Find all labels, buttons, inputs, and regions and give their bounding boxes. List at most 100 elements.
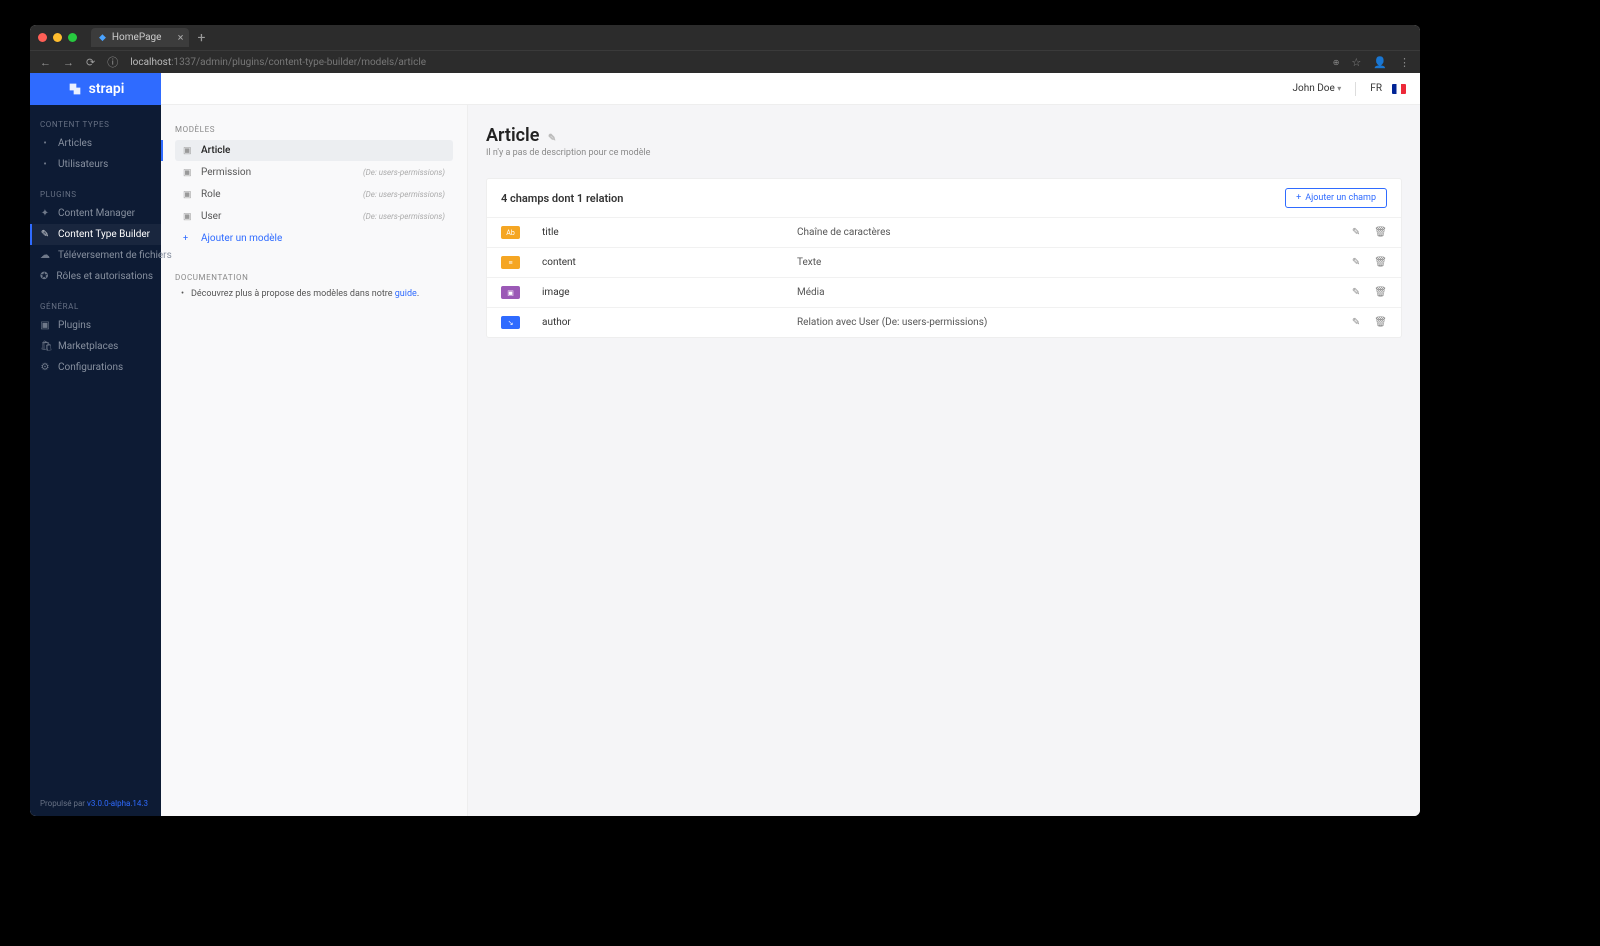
maximize-icon[interactable] <box>68 33 77 42</box>
profile-icon[interactable]: 👤 <box>1373 56 1387 69</box>
brand-logo[interactable]: strapi <box>30 73 161 105</box>
model-name: Role <box>201 189 221 200</box>
field-type: Relation avec User (De: users-permission… <box>797 317 1338 328</box>
sidebar-footer: Propulsé par v3.0.0-alpha.14.3 <box>30 791 161 816</box>
chevron-down-icon: ▾ <box>1337 84 1341 93</box>
url-path: :1337/admin/plugins/content-type-builder… <box>171 57 426 68</box>
sidebar: strapi CONTENT TYPES•Articles•Utilisateu… <box>30 73 161 816</box>
model-item[interactable]: ▣Permission(De: users-permissions) <box>175 162 453 183</box>
app-frame: strapi CONTENT TYPES•Articles•Utilisateu… <box>30 73 1420 816</box>
sidebar-item-label: Articles <box>58 138 92 149</box>
field-row[interactable]: ↘ authorRelation avec User (De: users-per… <box>487 307 1401 337</box>
forward-icon[interactable]: → <box>63 56 74 69</box>
menu-icon[interactable]: ⋮ <box>1399 56 1410 69</box>
sidebar-item-label: Plugins <box>58 320 91 331</box>
sidebar-item-icon: 🛍 <box>40 341 50 352</box>
sidebar-item-icon: ▣ <box>40 320 50 331</box>
sidebar-item[interactable]: ✎ Content Type Builder <box>30 224 161 245</box>
browser-chrome: ◆ HomePage × + ← → ⟳ ⓘ localhost:1337/ad… <box>30 25 1420 73</box>
cube-icon: ▣ <box>183 190 193 200</box>
sidebar-item-icon: ✎ <box>40 229 50 240</box>
documentation-text: Découvrez plus à propose des modèles dan… <box>191 288 449 301</box>
field-name: content <box>542 257 797 268</box>
sidebar-item[interactable]: ⚙ Configurations <box>30 357 161 378</box>
field-type: Média <box>797 287 1338 298</box>
tab-title: HomePage <box>112 32 162 43</box>
window-controls[interactable] <box>38 33 77 42</box>
guide-link[interactable]: guide <box>395 289 417 299</box>
edit-title-icon[interactable]: ✎ <box>548 133 556 144</box>
back-icon[interactable]: ← <box>40 56 51 69</box>
model-item[interactable]: ▣ Article <box>175 140 453 161</box>
fields-count: 4 champs dont 1 relation <box>501 192 623 205</box>
edit-icon[interactable]: ✎ <box>1352 317 1360 328</box>
field-type-badge: ≡ <box>501 256 520 269</box>
edit-icon[interactable]: ✎ <box>1352 227 1360 238</box>
sidebar-item-icon: ⚙ <box>40 362 50 373</box>
plus-icon: + <box>1296 193 1301 203</box>
field-name: title <box>542 227 797 238</box>
field-type-badge: ▣ <box>501 286 520 299</box>
model-name: Article <box>201 145 230 156</box>
sidebar-item-icon: ✪ <box>40 271 48 282</box>
sidebar-item[interactable]: 🛍 Marketplaces <box>30 336 161 357</box>
field-type: Chaîne de caractères <box>797 227 1338 238</box>
reload-icon[interactable]: ⟳ <box>86 56 95 69</box>
model-name: User <box>201 211 221 222</box>
sidebar-item-label: Marketplaces <box>58 341 118 352</box>
close-tab-icon[interactable]: × <box>178 31 184 44</box>
sidebar-item[interactable]: ✪ Rôles et autorisations <box>30 266 161 287</box>
fields-card: 4 champs dont 1 relation + Ajouter un ch… <box>486 178 1402 338</box>
sidebar-item-label: Téléversement de fichiers <box>58 250 172 261</box>
brand-name: strapi <box>89 81 125 97</box>
sidebar-item-label: Rôles et autorisations <box>56 271 153 282</box>
field-row[interactable]: ▣imageMédia✎🗑 <box>487 277 1401 307</box>
new-tab-button[interactable]: + <box>197 30 205 46</box>
main-content: Article ✎ Il n'y a pas de description po… <box>468 73 1420 816</box>
minimize-icon[interactable] <box>53 33 62 42</box>
edit-icon[interactable]: ✎ <box>1352 257 1360 268</box>
model-source: (De: users-permissions) <box>363 190 445 199</box>
sidebar-item-icon: ☁ <box>40 250 50 261</box>
delete-icon[interactable]: 🗑 <box>1374 227 1387 238</box>
address-bar[interactable]: localhost:1337/admin/plugins/content-typ… <box>130 57 1321 68</box>
sidebar-item[interactable]: ▣ Plugins <box>30 315 161 336</box>
star-icon[interactable]: ☆ <box>1351 56 1361 69</box>
cube-icon: ▣ <box>183 146 193 156</box>
add-field-button[interactable]: + Ajouter un champ <box>1285 188 1387 208</box>
page-title: Article ✎ <box>486 125 1402 146</box>
sidebar-item[interactable]: •Utilisateurs <box>30 154 161 175</box>
sidebar-item-icon: ✦ <box>40 208 50 219</box>
cube-icon: ▣ <box>183 168 193 178</box>
sidebar-item-label: Utilisateurs <box>58 159 108 170</box>
user-menu[interactable]: John Doe ▾ <box>1292 83 1341 94</box>
sidebar-item[interactable]: ✦Content Manager <box>30 203 161 224</box>
plus-icon: + <box>183 234 193 244</box>
field-row[interactable]: ≡contentTexte✎🗑 <box>487 247 1401 277</box>
topbar: John Doe ▾ FR <box>161 73 1420 105</box>
field-row[interactable]: AbtitleChaîne de caractères✎🗑 <box>487 217 1401 247</box>
translate-icon[interactable]: ⊕ <box>1333 58 1340 67</box>
edit-icon[interactable]: ✎ <box>1352 287 1360 298</box>
sidebar-item[interactable]: • Articles <box>30 133 161 154</box>
sidebar-item-label: Content Type Builder <box>58 229 150 240</box>
models-heading: MODÈLES <box>175 125 453 134</box>
model-item[interactable]: ▣ Role (De: users-permissions) <box>175 184 453 205</box>
lang-label[interactable]: FR <box>1370 83 1382 94</box>
favicon-icon: ◆ <box>99 33 106 43</box>
add-model-button[interactable]: + Ajouter un modèle <box>175 228 453 249</box>
delete-icon[interactable]: 🗑 <box>1374 287 1387 298</box>
sidebar-item-icon: • <box>40 138 50 149</box>
field-type-badge: ↘ <box>501 316 520 329</box>
field-name: author <box>542 317 797 328</box>
browser-tab[interactable]: ◆ HomePage × <box>91 28 189 47</box>
flag-fr-icon[interactable] <box>1392 84 1406 94</box>
sidebar-item[interactable]: ☁Téléversement de fichiers <box>30 245 161 266</box>
sidebar-item-label: Configurations <box>58 362 123 373</box>
version-link[interactable]: v3.0.0-alpha.14.3 <box>87 799 148 808</box>
delete-icon[interactable]: 🗑 <box>1374 257 1387 268</box>
model-item[interactable]: ▣User(De: users-permissions) <box>175 206 453 227</box>
delete-icon[interactable]: 🗑 <box>1374 317 1387 328</box>
close-icon[interactable] <box>38 33 47 42</box>
strapi-icon <box>67 81 83 97</box>
